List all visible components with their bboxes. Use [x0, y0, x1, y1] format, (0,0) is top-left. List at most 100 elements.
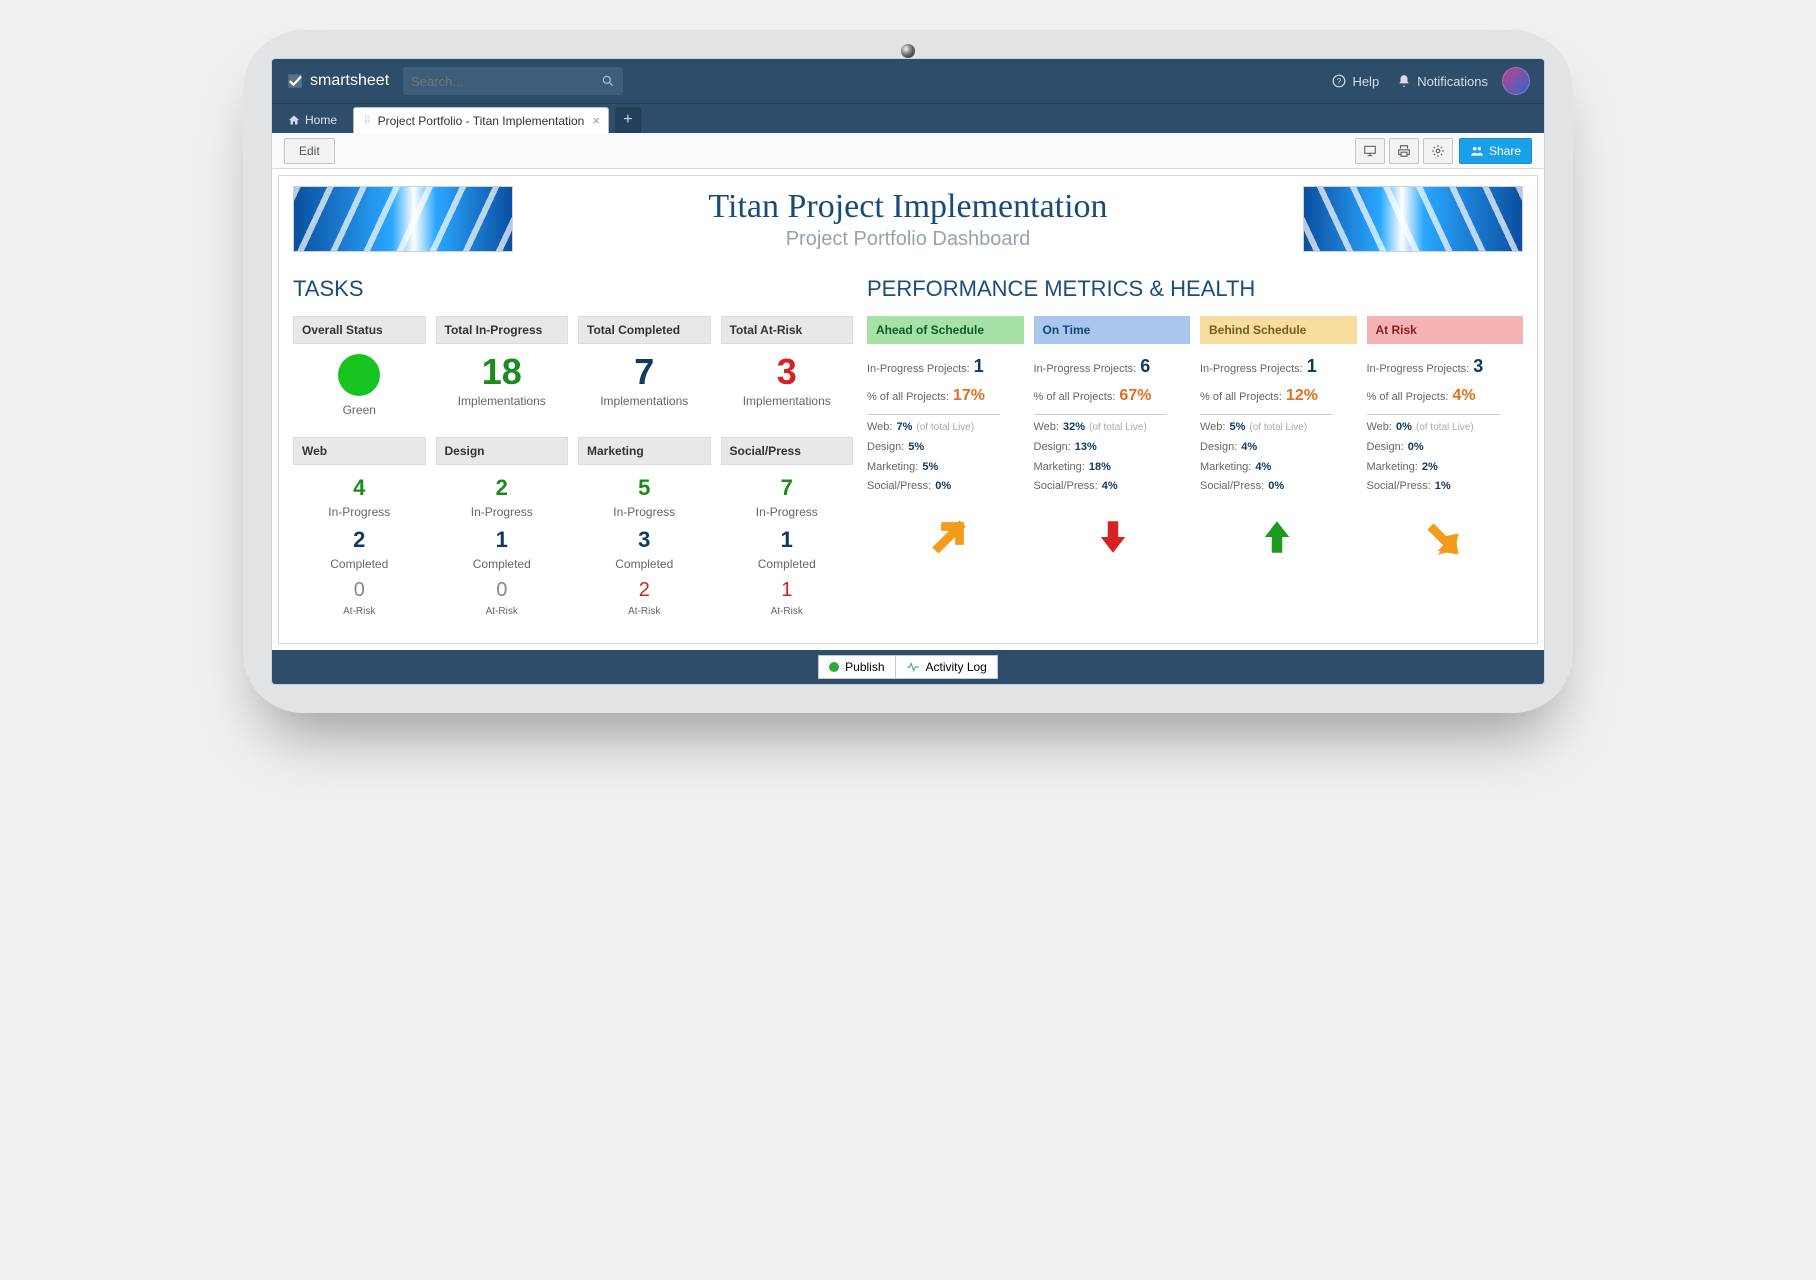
task-card-body: 3 Implementations [721, 344, 854, 414]
arrow-down-right-icon [1420, 516, 1462, 558]
perf-card-head: Ahead of Schedule [867, 316, 1024, 344]
inprogress-value: 2 [436, 475, 569, 501]
tab-strip: Home ⁞⁞ Project Portfolio - Titan Implem… [272, 103, 1544, 133]
metric-value: 18 [436, 354, 569, 390]
perf-card-head: Behind Schedule [1200, 316, 1357, 344]
tab-close-button[interactable]: × [592, 113, 600, 128]
notifications-label: Notifications [1417, 74, 1488, 89]
presentation-icon [1363, 144, 1377, 158]
metric-sub: Implementations [721, 394, 854, 408]
people-icon [1470, 144, 1484, 158]
metric-value: 7 [578, 354, 711, 390]
completed-label: Completed [293, 557, 426, 571]
app-bar: smartsheet ? Help Notifications [272, 59, 1544, 103]
arrow-down-icon [1092, 516, 1134, 558]
activity-icon [906, 661, 920, 673]
present-button[interactable] [1355, 138, 1385, 164]
atrisk-label: At-Risk [436, 606, 569, 617]
toolbar: Edit Share [272, 133, 1544, 169]
check-icon [286, 72, 304, 90]
home-icon [288, 114, 300, 126]
task-card-head: Total Completed [578, 316, 711, 344]
search-icon [601, 74, 615, 88]
completed-label: Completed [721, 557, 854, 571]
task-card-head: Social/Press [721, 437, 854, 465]
metric-sub: Implementations [578, 394, 711, 408]
completed-value: 1 [721, 527, 854, 553]
arrow-up-icon [1256, 516, 1298, 558]
inprogress-value: 4 [293, 475, 426, 501]
publish-button[interactable]: Publish [818, 655, 894, 679]
printer-icon [1397, 144, 1411, 158]
metric-value: 3 [721, 354, 854, 390]
dashboard-header: Titan Project Implementation Project Por… [293, 186, 1523, 252]
atrisk-value: 1 [721, 579, 854, 602]
tab-home[interactable]: Home [278, 107, 347, 133]
publish-label: Publish [845, 660, 884, 674]
tab-active-label: Project Portfolio - Titan Implementation [378, 114, 585, 128]
device-frame: smartsheet ? Help Notifications Home [243, 30, 1573, 713]
trend-arrow [1195, 516, 1359, 563]
task-card-head: Total In-Progress [436, 316, 569, 344]
trend-arrow [1031, 516, 1195, 563]
search-box[interactable] [403, 67, 623, 95]
bell-icon [1397, 74, 1411, 88]
task-card-body: 18 Implementations [436, 344, 569, 414]
task-card-body: 2In-Progress1Completed0At-Risk [436, 465, 569, 623]
grip-icon: ⁞⁞ [364, 115, 370, 126]
dashboard: Titan Project Implementation Project Por… [278, 175, 1538, 644]
perf-card-body: In-Progress Projects: 1% of all Projects… [1200, 344, 1357, 496]
status-dot-icon [338, 354, 380, 396]
page-subtitle: Project Portfolio Dashboard [531, 228, 1285, 251]
completed-value: 1 [436, 527, 569, 553]
inprogress-value: 5 [578, 475, 711, 501]
trend-arrow [1359, 516, 1523, 563]
banner-left [293, 186, 513, 252]
brand-text: smartsheet [310, 72, 389, 90]
task-card-body: 4In-Progress2Completed0At-Risk [293, 465, 426, 623]
share-label: Share [1489, 144, 1521, 158]
task-card-body: 7 Implementations [578, 344, 711, 414]
camera-icon [901, 44, 915, 58]
task-card-head: Design [436, 437, 569, 465]
perf-card-head: On Time [1034, 316, 1191, 344]
search-input[interactable] [411, 74, 601, 89]
globe-icon [829, 662, 839, 672]
help-icon: ? [1332, 74, 1346, 88]
atrisk-value: 0 [293, 579, 426, 602]
inprogress-label: In-Progress [578, 505, 711, 519]
tab-active[interactable]: ⁞⁞ Project Portfolio - Titan Implementat… [353, 107, 609, 133]
trend-arrow [867, 516, 1031, 563]
task-card-head: Overall Status [293, 316, 426, 344]
settings-button[interactable] [1423, 138, 1453, 164]
tab-home-label: Home [305, 113, 337, 127]
svg-text:?: ? [1337, 77, 1342, 86]
inprogress-value: 7 [721, 475, 854, 501]
atrisk-value: 2 [578, 579, 711, 602]
brand-logo[interactable]: smartsheet [286, 72, 389, 90]
help-link[interactable]: ? Help [1332, 74, 1379, 89]
activity-label: Activity Log [926, 660, 987, 674]
activity-log-button[interactable]: Activity Log [895, 655, 998, 679]
completed-label: Completed [436, 557, 569, 571]
perf-card-body: In-Progress Projects: 6% of all Projects… [1034, 344, 1191, 496]
tab-add-button[interactable]: + [615, 107, 641, 133]
task-card-body: Green [293, 344, 426, 423]
avatar[interactable] [1502, 67, 1530, 95]
share-button[interactable]: Share [1459, 138, 1532, 164]
plus-icon: + [623, 111, 632, 129]
atrisk-label: At-Risk [293, 606, 426, 617]
print-button[interactable] [1389, 138, 1419, 164]
bottom-bar: Publish Activity Log [272, 650, 1544, 684]
task-card-body: 5In-Progress3Completed2At-Risk [578, 465, 711, 623]
perf-card-body: In-Progress Projects: 3% of all Projects… [1367, 344, 1524, 496]
arrow-up-right-icon [928, 516, 970, 558]
notifications-link[interactable]: Notifications [1397, 74, 1488, 89]
edit-button[interactable]: Edit [284, 138, 335, 164]
task-card-head: Marketing [578, 437, 711, 465]
completed-value: 3 [578, 527, 711, 553]
metric-sub: Implementations [436, 394, 569, 408]
task-card-head: Total At-Risk [721, 316, 854, 344]
perf-card-body: In-Progress Projects: 1% of all Projects… [867, 344, 1024, 496]
atrisk-value: 0 [436, 579, 569, 602]
